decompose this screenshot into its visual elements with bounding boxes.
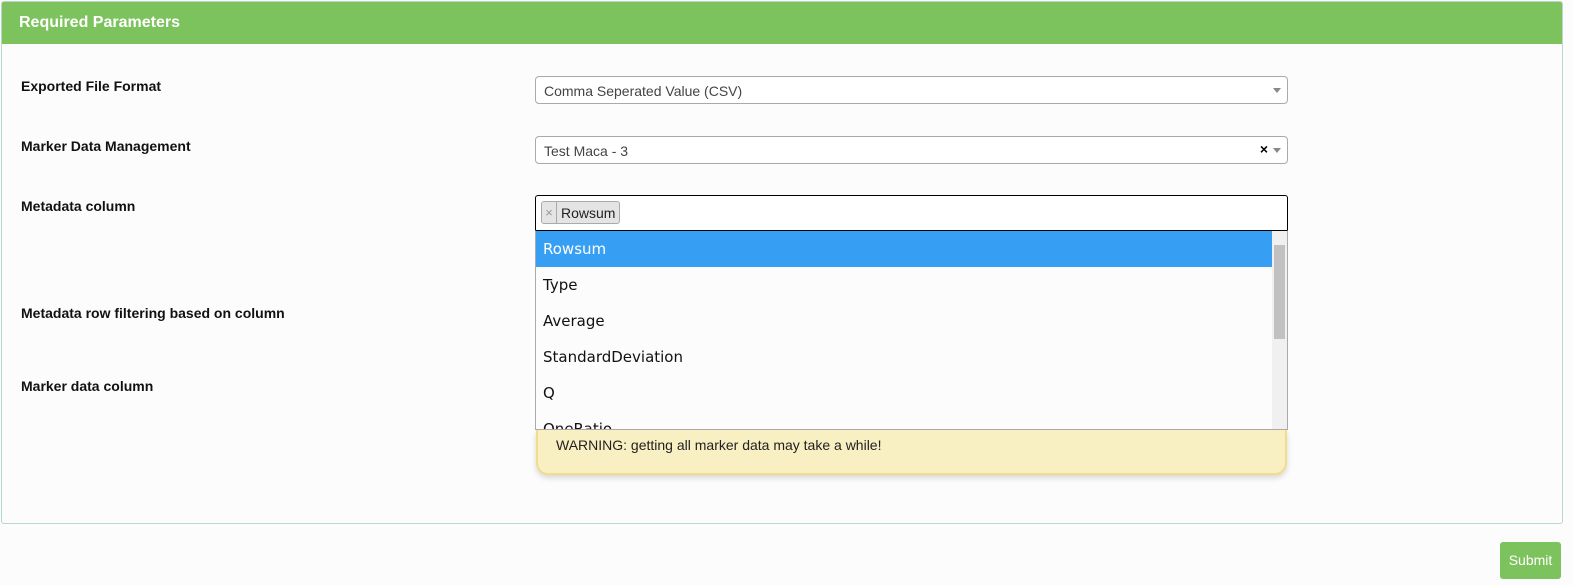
option-type[interactable]: Type	[536, 267, 1273, 303]
dropdown-scrollbar[interactable]	[1272, 231, 1287, 429]
metadata-column-label: Metadata column	[21, 198, 136, 214]
metadata-column-dropdown: Rowsum Type Average StandardDeviation Q …	[535, 230, 1288, 430]
selected-tag: × Rowsum	[541, 201, 621, 224]
marker-mgmt-select[interactable]: Test Maca - 3 ×	[535, 136, 1288, 164]
file-format-value: Comma Seperated Value (CSV)	[544, 83, 743, 99]
option-standard-deviation[interactable]: StandardDeviation	[536, 339, 1273, 375]
marker-mgmt-label: Marker Data Management	[21, 138, 191, 154]
metadata-column-input[interactable]: × Rowsum	[535, 195, 1288, 231]
marker-mgmt-value: Test Maca - 3	[544, 143, 629, 159]
clear-icon[interactable]: ×	[1260, 141, 1268, 157]
remove-tag-icon[interactable]: ×	[542, 202, 557, 223]
submit-button[interactable]: Submit	[1500, 542, 1561, 579]
chevron-down-icon	[1273, 88, 1281, 93]
panel-title: Required Parameters	[2, 2, 1562, 44]
chevron-down-icon	[1273, 148, 1281, 153]
option-average[interactable]: Average	[536, 303, 1273, 339]
option-rowsum[interactable]: Rowsum	[536, 231, 1273, 267]
file-format-label: Exported File Format	[21, 78, 162, 94]
warning-alert: WARNING: getting all marker data may tak…	[536, 430, 1287, 475]
tag-label: Rowsum	[561, 204, 616, 221]
marker-data-column-label: Marker data column	[21, 378, 154, 394]
row-filtering-label: Metadata row filtering based on column	[21, 305, 285, 321]
option-oneratio[interactable]: OneRatio	[536, 411, 1273, 429]
scrollbar-thumb[interactable]	[1274, 245, 1285, 339]
option-q[interactable]: Q	[536, 375, 1273, 411]
file-format-select[interactable]: Comma Seperated Value (CSV)	[535, 76, 1288, 104]
